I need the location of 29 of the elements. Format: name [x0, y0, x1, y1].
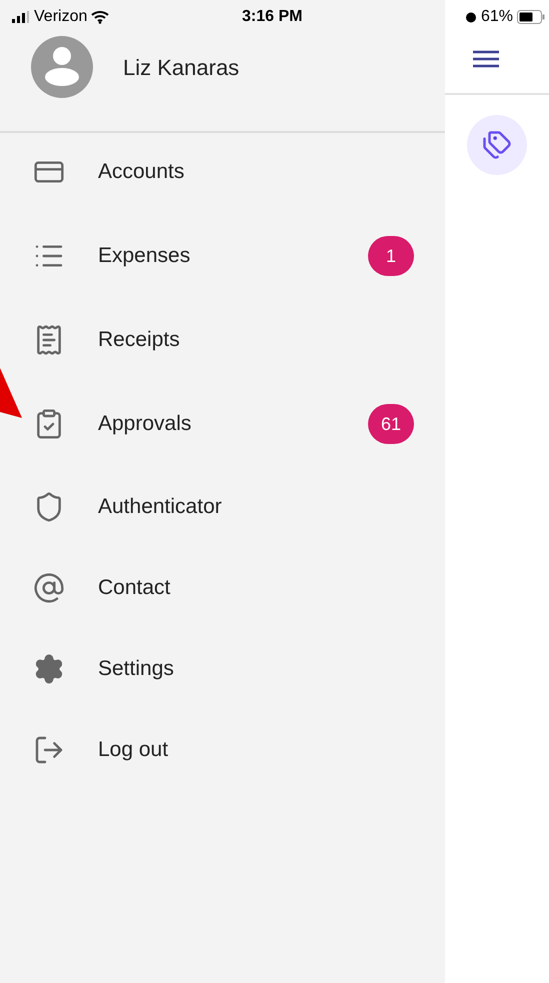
- wifi-icon: [91, 10, 110, 24]
- battery-text: 61%: [480, 6, 513, 26]
- menu-label: Approvals: [98, 411, 192, 438]
- carrier-text: Verizon: [34, 6, 88, 26]
- menu-label: Settings: [98, 656, 175, 682]
- menu-item[interactable]: Contact: [0, 547, 445, 628]
- menu-item[interactable]: Expenses 1: [0, 214, 445, 298]
- count-badge: 61: [368, 404, 414, 444]
- menu-label: Log out: [98, 736, 170, 763]
- signal-icon: [12, 10, 30, 22]
- battery-icon: [517, 10, 545, 24]
- avatar-icon: [31, 36, 93, 98]
- menu-item[interactable]: Settings: [0, 628, 445, 709]
- menu-item[interactable]: Accounts: [0, 130, 445, 214]
- menu-item[interactable]: Approvals 61: [0, 382, 445, 466]
- menu-label: Contact: [98, 574, 172, 601]
- menu-label: Authenticator: [98, 494, 223, 520]
- menu-label: Receipts: [98, 327, 181, 354]
- menu-item[interactable]: Log out: [0, 709, 445, 790]
- clock-text: 3:16 PM: [242, 6, 302, 26]
- menu-item[interactable]: Receipts: [0, 298, 445, 382]
- menu-item[interactable]: Authenticator: [0, 466, 445, 547]
- menu-label: Expenses: [98, 243, 192, 270]
- menu-label: Accounts: [98, 159, 186, 186]
- at-sign-icon: [33, 572, 65, 604]
- user-name: Liz Kanaras: [123, 54, 240, 82]
- arrow-annotation: [0, 368, 22, 418]
- menu-icon[interactable]: [473, 50, 499, 68]
- count-badge: 1: [368, 236, 414, 276]
